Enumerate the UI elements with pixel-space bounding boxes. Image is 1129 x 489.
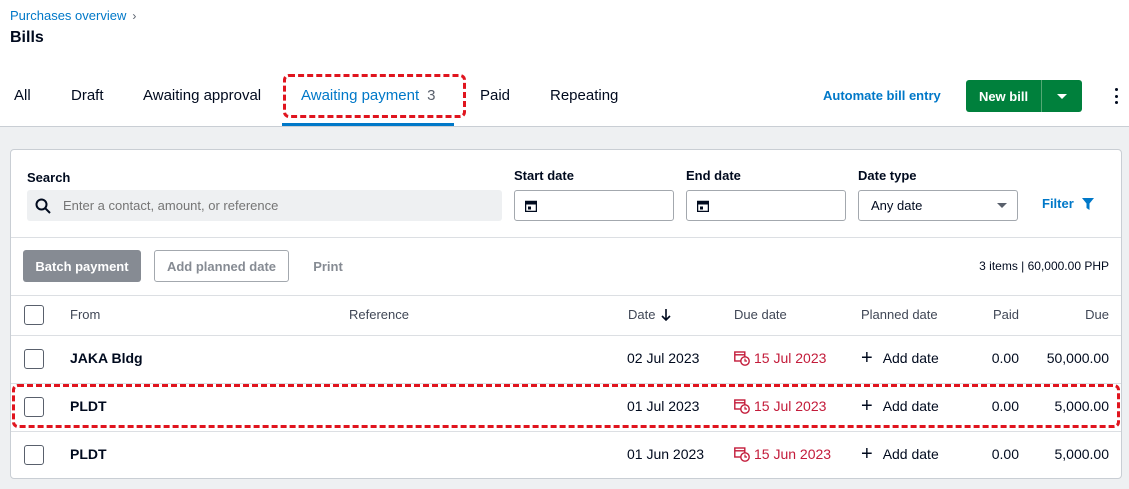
add-date-link[interactable]: + Add date	[861, 395, 939, 417]
tab-awaiting-payment[interactable]: Awaiting payment 3	[282, 74, 455, 126]
page-header: Purchases overview › Bills All Draft Awa…	[0, 0, 1129, 127]
row-date: 02 Jul 2023	[627, 350, 700, 366]
table-row[interactable]: PLDT 01 Jun 2023 15 Jun 2023 + Add date …	[11, 431, 1121, 479]
tab-all[interactable]: All	[14, 74, 31, 126]
row-due-date: 15 Jul 2023	[734, 350, 826, 366]
row-due: 5,000.00	[1054, 446, 1110, 462]
row-checkbox[interactable]	[24, 445, 44, 465]
row-from: PLDT	[70, 446, 107, 462]
add-date-link[interactable]: + Add date	[861, 347, 939, 369]
plus-icon: +	[861, 347, 873, 369]
bills-panel: Search Start date End date Date type Any…	[10, 149, 1122, 479]
filter-icon	[1081, 197, 1094, 210]
tab-repeating[interactable]: Repeating	[550, 74, 618, 126]
page-title: Bills	[10, 29, 44, 46]
row-due-date: 15 Jun 2023	[734, 446, 831, 462]
row-date: 01 Jun 2023	[627, 446, 705, 462]
filter-button[interactable]: Filter	[1042, 196, 1094, 211]
divider	[11, 237, 1121, 238]
row-due-date: 15 Jul 2023	[734, 398, 826, 414]
plus-icon: +	[861, 443, 873, 465]
date-type-label: Date type	[858, 168, 917, 183]
overdue-clock-icon	[734, 399, 750, 414]
new-bill-button[interactable]: New bill	[966, 80, 1041, 112]
breadcrumb: Purchases overview ›	[10, 8, 136, 23]
filter-label: Filter	[1042, 196, 1074, 211]
row-due: 50,000.00	[1046, 350, 1109, 366]
end-date-input[interactable]	[686, 190, 846, 221]
tab-count-badge: 3	[427, 87, 436, 104]
more-vertical-icon[interactable]	[1109, 86, 1123, 106]
search-input[interactable]	[63, 198, 463, 213]
row-from: PLDT	[70, 398, 107, 414]
search-field	[27, 190, 502, 221]
tab-paid[interactable]: Paid	[480, 74, 510, 126]
overdue-clock-icon	[734, 351, 750, 366]
column-date[interactable]: Date	[628, 307, 672, 322]
date-type-select[interactable]: Any date	[858, 190, 1018, 221]
table-row[interactable]: JAKA Bldg 02 Jul 2023 15 Jul 2023 + Add …	[11, 335, 1121, 383]
calendar-icon	[697, 200, 709, 212]
new-bill-dropdown-button[interactable]	[1041, 80, 1082, 112]
tab-draft[interactable]: Draft	[71, 74, 104, 126]
column-due[interactable]: Due	[1085, 307, 1109, 322]
column-reference[interactable]: Reference	[349, 307, 409, 322]
start-date-input[interactable]	[514, 190, 674, 221]
print-button[interactable]: Print	[303, 250, 353, 282]
row-paid: 0.00	[991, 446, 1019, 462]
tab-awaiting-approval[interactable]: Awaiting approval	[143, 74, 261, 126]
table-header: From Reference Date Due date Planned dat…	[11, 295, 1121, 335]
row-due: 5,000.00	[1054, 398, 1110, 414]
column-due-date[interactable]: Due date	[734, 307, 787, 322]
items-summary: 3 items | 60,000.00 PHP	[979, 259, 1109, 273]
select-all-checkbox[interactable]	[24, 305, 44, 325]
chevron-down-icon	[997, 203, 1007, 208]
row-checkbox[interactable]	[24, 349, 44, 369]
row-paid: 0.00	[991, 350, 1019, 366]
new-bill-split-button: New bill	[966, 80, 1082, 112]
automate-bill-entry-link[interactable]: Automate bill entry	[823, 88, 941, 103]
plus-icon: +	[861, 395, 873, 417]
overdue-clock-icon	[734, 447, 750, 462]
column-paid[interactable]: Paid	[993, 307, 1019, 322]
table-row[interactable]: PLDT 01 Jul 2023 15 Jul 2023 + Add date …	[11, 383, 1121, 431]
batch-payment-button[interactable]: Batch payment	[23, 250, 141, 282]
search-icon	[35, 198, 51, 214]
start-date-label: Start date	[514, 168, 574, 183]
end-date-label: End date	[686, 168, 741, 183]
chevron-down-icon	[1057, 93, 1067, 99]
row-paid: 0.00	[991, 398, 1019, 414]
column-from[interactable]: From	[70, 307, 100, 322]
search-label: Search	[27, 170, 71, 185]
calendar-icon	[525, 200, 537, 212]
column-planned-date[interactable]: Planned date	[861, 307, 938, 322]
chevron-right-icon: ›	[132, 8, 137, 23]
add-date-link[interactable]: + Add date	[861, 443, 939, 465]
add-planned-date-button[interactable]: Add planned date	[154, 250, 289, 282]
row-from: JAKA Bldg	[70, 350, 143, 366]
row-date: 01 Jul 2023	[627, 398, 700, 414]
date-type-value: Any date	[871, 198, 923, 213]
breadcrumb-link-purchases[interactable]: Purchases overview	[10, 8, 126, 23]
row-checkbox[interactable]	[24, 397, 44, 417]
sort-down-icon	[661, 308, 672, 321]
